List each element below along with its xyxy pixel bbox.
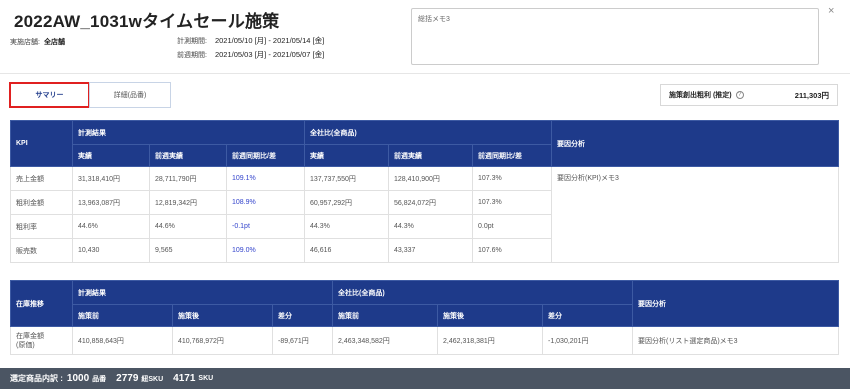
prev-period-label: 前週期間: xyxy=(177,52,207,59)
table-cell: 44.3% xyxy=(388,214,473,239)
subheader-ratio: 前週同期比/差 xyxy=(226,144,305,167)
store-value: 全店舗 xyxy=(43,39,65,46)
subheader-actual: 実績 xyxy=(72,144,150,167)
row-label: 粗利金額 xyxy=(10,190,73,215)
table-cell: 137,737,550円 xyxy=(304,166,389,191)
kpi-header: KPI xyxy=(10,120,73,167)
subheader-ratio: 前週同期比/差 xyxy=(471,144,553,167)
footer-unit-sku: SKU xyxy=(198,375,214,382)
table-cell: 31,318,410円 xyxy=(72,166,150,191)
inventory-table: 在庫推移 計測結果 全社比(全商品) 要因分析 施策前 施策後 差分 施策前 施… xyxy=(10,280,840,355)
table-cell: 60,957,292円 xyxy=(304,190,389,215)
selected-items-footer: 選定商品内訳 : 1000 品番 2779 紐SKU 4171 SKU xyxy=(0,368,850,389)
row-label-line2: (原価) xyxy=(16,341,35,349)
prev-period: 前週期間: 2021/05/03 [月] - 2021/05/07 [金] xyxy=(177,49,324,60)
store-label: 実施店舗: xyxy=(10,39,40,46)
analysis-header: 要因分析 xyxy=(551,120,840,167)
subheader-after: 施策後 xyxy=(437,304,543,327)
table-cell: 9,565 xyxy=(149,238,227,263)
table-cell: 0.0pt xyxy=(471,214,553,239)
measure-result-header: 計測結果 xyxy=(72,280,333,305)
estimated-profit-box: 施策創出粗利 (推定) ? 211,303円 xyxy=(660,84,838,106)
table-cell: 109.0% xyxy=(226,238,305,263)
table-cell: 56,824,072円 xyxy=(388,190,473,215)
table-cell: 46,616 xyxy=(304,238,389,263)
close-icon[interactable]: × xyxy=(828,5,834,17)
subheader-actual: 実績 xyxy=(304,144,389,167)
measure-period-label: 計測期間: xyxy=(177,38,207,45)
divider xyxy=(0,73,850,74)
tab-detail[interactable]: 詳細(品番) xyxy=(89,82,171,108)
table-cell: 12,819,342円 xyxy=(149,190,227,215)
measure-period: 計測期間: 2021/05/10 [月] - 2021/05/14 [金] xyxy=(177,35,324,46)
table-cell: 109.1% xyxy=(226,166,305,191)
footer-label: 選定商品内訳 : xyxy=(10,374,63,383)
table-cell: 13,963,087円 xyxy=(72,190,150,215)
footer-unit-parent-sku: 紐SKU xyxy=(141,375,164,383)
row-label: 売上金額 xyxy=(10,166,73,191)
table-cell: 44.3% xyxy=(304,214,389,239)
inventory-header: 在庫推移 xyxy=(10,280,73,327)
row-label: 販売数 xyxy=(10,238,73,263)
table-cell: 2,462,318,381円 xyxy=(437,326,543,355)
kpi-analysis-memo[interactable]: 要因分析(KPI)メモ3 xyxy=(551,166,840,263)
table-cell: 107.3% xyxy=(471,190,553,215)
table-cell: 44.6% xyxy=(149,214,227,239)
tab-summary[interactable]: サマリー xyxy=(9,82,90,108)
table-cell: 28,711,790円 xyxy=(149,166,227,191)
subheader-before: 施策前 xyxy=(72,304,173,327)
prev-period-value: 2021/05/03 [月] - 2021/05/07 [金] xyxy=(214,50,325,59)
subheader-prev-actual: 前週実績 xyxy=(149,144,227,167)
subheader-before: 施策前 xyxy=(332,304,438,327)
table-cell: 43,337 xyxy=(388,238,473,263)
table-cell: 410,858,643円 xyxy=(72,326,173,355)
measure-result-header: 計測結果 xyxy=(72,120,305,145)
row-label: 在庫金額 (原価) xyxy=(10,326,73,355)
footer-count-parent-sku: 2779 xyxy=(116,373,139,384)
measure-period-value: 2021/05/10 [月] - 2021/05/14 [金] xyxy=(214,36,325,45)
info-icon[interactable]: ? xyxy=(735,91,744,99)
table-cell: 10,430 xyxy=(72,238,150,263)
footer-count-sku: 4171 xyxy=(173,373,196,384)
kpi-table: KPI 計測結果 全社比(全商品) 要因分析 実績 前週実績 前週同期比/差 実… xyxy=(10,120,840,263)
inventory-analysis-memo[interactable]: 要因分析(リスト選定商品)メモ3 xyxy=(632,326,840,355)
footer-unit-products: 品番 xyxy=(92,375,107,383)
subheader-diff: 差分 xyxy=(541,304,634,327)
analysis-header: 要因分析 xyxy=(632,280,840,327)
footer-count-products: 1000 xyxy=(66,373,90,384)
estimated-profit-label: 施策創出粗利 (推定) xyxy=(669,92,732,99)
table-row: 在庫金額 (原価) 410,858,643円 410,768,972円 -89,6… xyxy=(10,326,840,355)
table-cell: -89,671円 xyxy=(272,326,333,355)
store-info: 実施店舗: 全店舗 xyxy=(10,37,65,47)
table-row: 売上金額 31,318,410円 28,711,790円 109.1% 137,… xyxy=(10,166,840,263)
subheader-prev-actual: 前週実績 xyxy=(388,144,473,167)
table-cell: 107.3% xyxy=(471,166,553,191)
row-label: 粗利率 xyxy=(10,214,73,239)
table-cell: 107.6% xyxy=(471,238,553,263)
table-cell: -0.1pt xyxy=(226,214,305,239)
row-label-line1: 在庫金額 xyxy=(16,332,44,340)
company-compare-header: 全社比(全商品) xyxy=(331,280,634,305)
summary-memo-field[interactable]: 総括メモ3 xyxy=(411,8,819,65)
table-cell: -1,030,201円 xyxy=(541,326,634,355)
estimated-profit-value: 211,303円 xyxy=(794,90,829,100)
subheader-after: 施策後 xyxy=(172,304,273,327)
table-cell: 410,768,972円 xyxy=(172,326,273,355)
table-cell: 44.6% xyxy=(72,214,150,239)
table-cell: 2,463,348,582円 xyxy=(332,326,438,355)
table-cell: 128,410,900円 xyxy=(388,166,473,191)
table-cell: 108.9% xyxy=(226,190,305,215)
subheader-diff: 差分 xyxy=(272,304,333,327)
company-compare-header: 全社比(全商品) xyxy=(303,120,553,145)
page-title: 2022AW_1031wタイムセール施策 xyxy=(14,12,280,31)
